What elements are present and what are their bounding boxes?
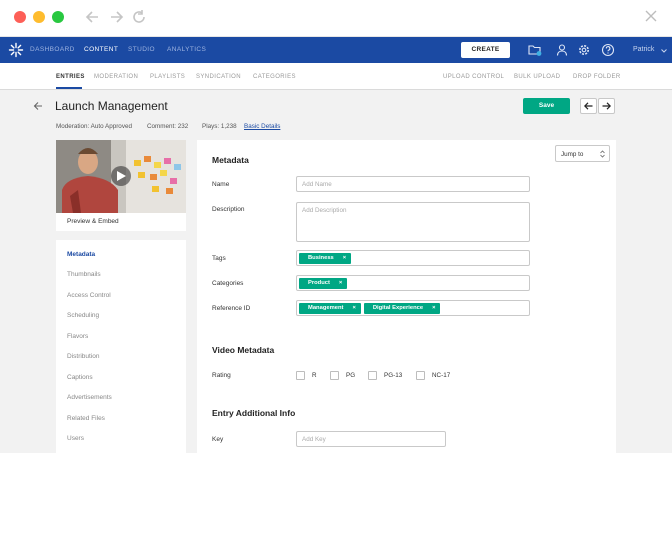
content-area: Launch Management Moderation: Auto Appro… — [0, 90, 672, 453]
select-arrows-icon — [600, 150, 605, 158]
rating-label: Rating — [212, 372, 231, 379]
remove-reference-icon[interactable]: × — [352, 305, 355, 311]
window-maximize-dot[interactable] — [52, 11, 64, 23]
menu-item-scheduling[interactable]: Scheduling — [67, 312, 99, 319]
description-label: Description — [212, 206, 245, 213]
tag-chip: Business × — [299, 253, 352, 264]
folder-upload-icon[interactable] — [528, 43, 542, 57]
title-bar — [0, 0, 672, 37]
forward-arrow-icon[interactable] — [107, 8, 125, 26]
page-background — [0, 453, 672, 541]
entry-side-menu: Metadata Thumbnails Access Control Sched… — [56, 240, 186, 453]
tab-categories[interactable]: CATEGORIES — [253, 74, 296, 80]
nav-dashboard[interactable]: DASHBOARD — [30, 46, 75, 53]
metadata-panel: Jump to Metadata Name Add Name Descripti… — [197, 140, 616, 453]
window-close-dot[interactable] — [14, 11, 26, 23]
tab-entries[interactable]: ENTRIES — [56, 74, 85, 80]
tags-label: Tags — [212, 255, 226, 262]
menu-item-captions[interactable]: Captions — [67, 374, 93, 381]
categories-label: Categories — [212, 280, 244, 287]
browser-window: DASHBOARD CONTENT STUDIO ANALYTICS CREAT… — [0, 0, 672, 453]
rating-pg13-label: PG-13 — [384, 372, 403, 379]
reference-id-label: Reference ID — [212, 305, 251, 312]
video-thumbnail[interactable] — [56, 140, 186, 213]
upload-control-link[interactable]: UPLOAD CONTROL — [443, 74, 504, 80]
nav-content[interactable]: CONTENT — [84, 46, 118, 53]
comment-count: Comment: 232 — [147, 123, 189, 130]
save-button[interactable]: Save — [523, 98, 570, 114]
bulk-upload-link[interactable]: BULK UPLOAD — [514, 74, 560, 80]
nav-analytics[interactable]: ANALYTICS — [167, 46, 206, 53]
menu-item-advertisements[interactable]: Advertisements — [67, 394, 112, 401]
previous-entry-button[interactable] — [580, 98, 597, 114]
play-button[interactable] — [111, 166, 131, 186]
tags-input[interactable]: Business × — [296, 250, 530, 266]
next-entry-button[interactable] — [598, 98, 615, 114]
name-label: Name — [212, 181, 230, 188]
play-icon — [117, 171, 126, 181]
rating-nc17-label: NC-17 — [432, 372, 451, 379]
reload-icon[interactable] — [130, 8, 148, 26]
gear-icon[interactable] — [577, 43, 591, 57]
chevron-down-icon[interactable] — [661, 49, 667, 53]
help-icon[interactable] — [601, 43, 615, 57]
rating-pg-label: PG — [346, 372, 356, 379]
categories-input[interactable]: Product × — [296, 275, 530, 291]
kaltura-logo-icon[interactable] — [8, 42, 24, 58]
drop-folder-link[interactable]: DROP FOLDER — [573, 74, 621, 80]
rating-pg13-checkbox[interactable] — [368, 371, 377, 380]
main-navbar: DASHBOARD CONTENT STUDIO ANALYTICS CREAT… — [0, 37, 672, 63]
rating-nc17-checkbox[interactable] — [416, 371, 425, 380]
key-input[interactable]: Add Key — [296, 431, 446, 447]
user-name[interactable]: Patrick — [633, 46, 654, 53]
play-count: Plays: 1,238 — [202, 123, 237, 130]
back-arrow-icon[interactable] — [84, 8, 102, 26]
basic-details-link[interactable]: Basic Details — [244, 123, 280, 130]
category-chip: Product × — [299, 278, 348, 289]
remove-tag-icon[interactable]: × — [343, 255, 346, 261]
jump-to-select[interactable]: Jump to — [555, 145, 610, 162]
remove-reference-icon[interactable]: × — [432, 305, 435, 311]
key-placeholder: Add Key — [302, 436, 326, 443]
menu-item-metadata[interactable]: Metadata — [67, 251, 95, 258]
back-icon[interactable] — [33, 101, 43, 111]
menu-item-thumbnails[interactable]: Thumbnails — [67, 271, 101, 278]
rating-r-checkbox[interactable] — [296, 371, 305, 380]
tab-syndication[interactable]: SYNDICATION — [196, 74, 241, 80]
rating-pg-checkbox[interactable] — [330, 371, 339, 380]
create-button[interactable]: CREATE — [461, 42, 510, 58]
menu-item-flavors[interactable]: Flavors — [67, 333, 88, 340]
user-icon[interactable] — [555, 43, 569, 57]
name-placeholder: Add Name — [302, 181, 332, 188]
rating-r-label: R — [312, 372, 317, 379]
nav-studio[interactable]: STUDIO — [128, 46, 155, 53]
window-minimize-dot[interactable] — [33, 11, 45, 23]
description-input[interactable]: Add Description — [296, 202, 530, 242]
description-placeholder: Add Description — [302, 207, 347, 214]
sub-navbar: ENTRIES MODERATION PLAYLISTS SYNDICATION… — [0, 63, 672, 90]
reference-id-input[interactable]: Management × Digital Experience × — [296, 300, 530, 316]
additional-info-section-title: Entry Additional Info — [212, 408, 296, 418]
tab-playlists[interactable]: PLAYLISTS — [150, 74, 185, 80]
menu-item-users[interactable]: Users — [67, 435, 84, 442]
reference-chip: Management × — [299, 303, 361, 314]
jump-to-label: Jump to — [561, 151, 584, 158]
menu-item-distribution[interactable]: Distribution — [67, 353, 100, 360]
active-tab-indicator — [56, 87, 82, 89]
metadata-section-title: Metadata — [212, 155, 249, 165]
left-arrow-icon — [584, 102, 593, 110]
close-icon[interactable] — [644, 9, 658, 23]
key-label: Key — [212, 436, 224, 443]
name-input[interactable]: Add Name — [296, 176, 530, 192]
moderation-status: Moderation: Auto Approved — [56, 123, 132, 130]
right-arrow-icon — [602, 102, 611, 110]
page-title: Launch Management — [55, 99, 168, 113]
video-metadata-section-title: Video Metadata — [212, 345, 275, 355]
tab-moderation[interactable]: MODERATION — [94, 74, 138, 80]
reference-chip: Digital Experience × — [363, 303, 441, 314]
remove-category-icon[interactable]: × — [339, 280, 342, 286]
menu-item-related-files[interactable]: Related Files — [67, 415, 105, 422]
preview-embed-link[interactable]: Preview & Embed — [56, 213, 186, 231]
menu-item-access-control[interactable]: Access Control — [67, 292, 111, 299]
